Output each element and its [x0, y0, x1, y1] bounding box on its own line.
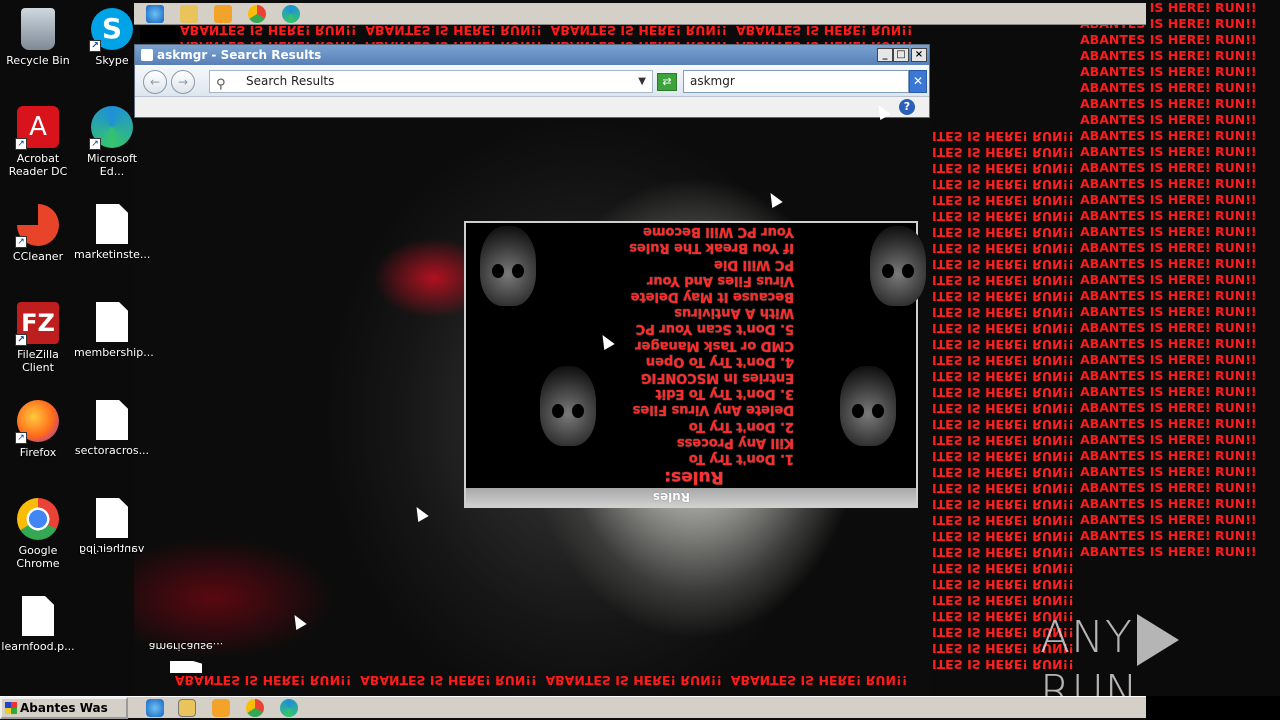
- desktop-icon-firefox[interactable]: ↗ Firefox: [0, 394, 76, 459]
- windows-flag-icon: [5, 702, 17, 714]
- rules-text: Rules: 1. Don't Try To Kill Any Process …: [594, 223, 794, 488]
- chrome-icon[interactable]: [246, 699, 264, 717]
- rule-line: Entries In MSCONFIG: [640, 369, 794, 385]
- spam-row-bottom: ABANTES IS HERE! RUN!! ABANTES IS HERE! …: [140, 673, 908, 688]
- desktop-icon-learnfood[interactable]: learnfood.p...: [0, 590, 76, 653]
- duplicated-taskbar-strip: [134, 3, 1146, 25]
- desktop-icon-sectoracros[interactable]: sectoracros...: [74, 394, 150, 457]
- spam-column-mid: ITES IS HERE! RUN!! ITES IS HERE! RUN!! …: [932, 129, 1074, 672]
- skull-image-mid: [540, 366, 596, 446]
- play-icon: [1136, 614, 1179, 666]
- search-icon: ⚲: [216, 77, 226, 92]
- start-button[interactable]: Abantes Was Here: [0, 697, 128, 720]
- desktop-icon-filezilla[interactable]: FZ ↗ FileZilla Client: [0, 296, 76, 374]
- start-label: Abantes Was Here: [20, 701, 108, 720]
- taskbar-right-black: [1146, 696, 1280, 720]
- back-button[interactable]: ←: [143, 70, 167, 94]
- edge-icon[interactable]: [282, 5, 300, 23]
- help-icon[interactable]: ?: [899, 99, 915, 115]
- document-icon: [96, 400, 128, 440]
- ccleaner-icon: ↗: [15, 204, 59, 248]
- desktop-icon-acrobat[interactable]: A ↗ Acrobat Reader DC: [0, 100, 76, 178]
- rule-line: If You Break The Rules: [629, 240, 794, 256]
- command-bar: ?: [135, 97, 929, 117]
- filezilla-icon: FZ ↗: [15, 302, 59, 346]
- desktop-icon-ccleaner[interactable]: ↗ CCleaner: [0, 198, 76, 263]
- rule-line: CMD or Task Manager: [635, 337, 794, 353]
- watermark-left: ANY: [1040, 612, 1133, 663]
- rule-line: Delete Any Virus Files: [632, 402, 794, 418]
- address-text: Search Results: [246, 74, 335, 88]
- navigation-bar: ← → ⚲ Search Results ▼ ⇄ askmgr ✕: [135, 65, 929, 97]
- document-icon: [96, 498, 128, 538]
- search-window-icon: [141, 49, 153, 61]
- search-input[interactable]: askmgr: [683, 70, 909, 93]
- chevron-down-icon[interactable]: ▼: [638, 71, 646, 92]
- address-bar[interactable]: ⚲ Search Results ▼: [209, 70, 653, 93]
- skull-image-left: [840, 366, 896, 446]
- explorer-title: askmgr - Search Results: [157, 48, 322, 62]
- shortcut-arrow-icon: ↗: [89, 40, 101, 52]
- firefox-icon: ↗: [15, 400, 59, 444]
- desktop-icon-chrome[interactable]: Google Chrome: [0, 492, 76, 570]
- media-player-icon[interactable]: [214, 5, 232, 23]
- document-icon: [22, 596, 54, 636]
- acrobat-icon: A ↗: [15, 106, 59, 150]
- desktop-icon-membership[interactable]: membership...: [74, 296, 154, 359]
- rule-line: 3. Don't Try To Edit: [655, 386, 794, 402]
- rule-line: 5. Don't Scan Your PC: [635, 321, 794, 337]
- edge-icon[interactable]: [280, 699, 298, 717]
- clear-search-button[interactable]: ✕: [909, 70, 927, 93]
- shortcut-arrow-icon: ↗: [15, 236, 27, 248]
- rule-line: Your PC Will Become: [643, 224, 794, 240]
- rule-line: PC Will Die: [714, 256, 794, 272]
- desktop-icon-recycle-bin[interactable]: Recycle Bin: [0, 2, 76, 67]
- ie-icon[interactable]: [146, 5, 164, 23]
- skype-icon: S ↗: [89, 8, 133, 52]
- glitch-block: [140, 26, 180, 42]
- rule-line: Kill Any Process: [676, 434, 794, 450]
- spam-column-right: ABANTES IS HERE! RUN!! ABANTES IS HERE! …: [1080, 0, 1257, 559]
- skull-image-edge: [870, 226, 926, 306]
- desktop-icon-vantheir[interactable]: vantheir.jpg: [74, 492, 150, 555]
- rules-title-bar[interactable]: Rules: [466, 488, 916, 506]
- folder-icon[interactable]: [178, 699, 196, 717]
- shortcut-arrow-icon: ↗: [15, 334, 27, 346]
- document-icon: [96, 204, 128, 244]
- ie-icon[interactable]: [146, 699, 164, 717]
- explorer-window: askmgr - Search Results _ □ × ← → ⚲ Sear…: [134, 44, 930, 118]
- document-icon: [170, 661, 202, 673]
- rule-line: With A Antivirus: [674, 305, 794, 321]
- recycle-bin-icon: [21, 8, 55, 50]
- desktop-icon-marketinste[interactable]: marketinste...: [74, 198, 150, 261]
- rule-line: 1. Don't Try To: [688, 451, 794, 466]
- chrome-icon: [17, 498, 59, 540]
- shortcut-arrow-icon: ↗: [89, 138, 101, 150]
- shortcut-arrow-icon: ↗: [15, 138, 27, 150]
- minimize-button[interactable]: _: [877, 48, 893, 62]
- edge-icon: ↗: [89, 106, 133, 150]
- taskbar: Abantes Was Here: [0, 696, 1146, 720]
- rule-line: 4. Don't Try To Open: [645, 353, 794, 369]
- media-player-icon[interactable]: [212, 699, 230, 717]
- rule-line: 2. Don't Try To: [688, 418, 794, 434]
- rule-line: Virus Files And Your: [646, 272, 794, 288]
- forward-button[interactable]: →: [171, 70, 195, 94]
- refresh-button[interactable]: ⇄: [657, 73, 677, 91]
- explorer-title-bar[interactable]: askmgr - Search Results _ □ ×: [135, 45, 929, 65]
- folder-icon[interactable]: [180, 5, 198, 23]
- rule-line: Because It May Delete: [630, 288, 794, 304]
- desktop-icon-americause[interactable]: americause...: [148, 640, 224, 677]
- rules-window[interactable]: Rules Rules: 1. Don't Try To Kill Any Pr…: [464, 221, 926, 508]
- maximize-button[interactable]: □: [893, 48, 909, 62]
- chrome-icon[interactable]: [248, 5, 266, 23]
- skull-image-bottom: [480, 226, 536, 306]
- shortcut-arrow-icon: ↗: [15, 432, 27, 444]
- rules-heading: Rules:: [664, 467, 724, 487]
- document-icon: [96, 302, 128, 342]
- close-button[interactable]: ×: [911, 48, 927, 62]
